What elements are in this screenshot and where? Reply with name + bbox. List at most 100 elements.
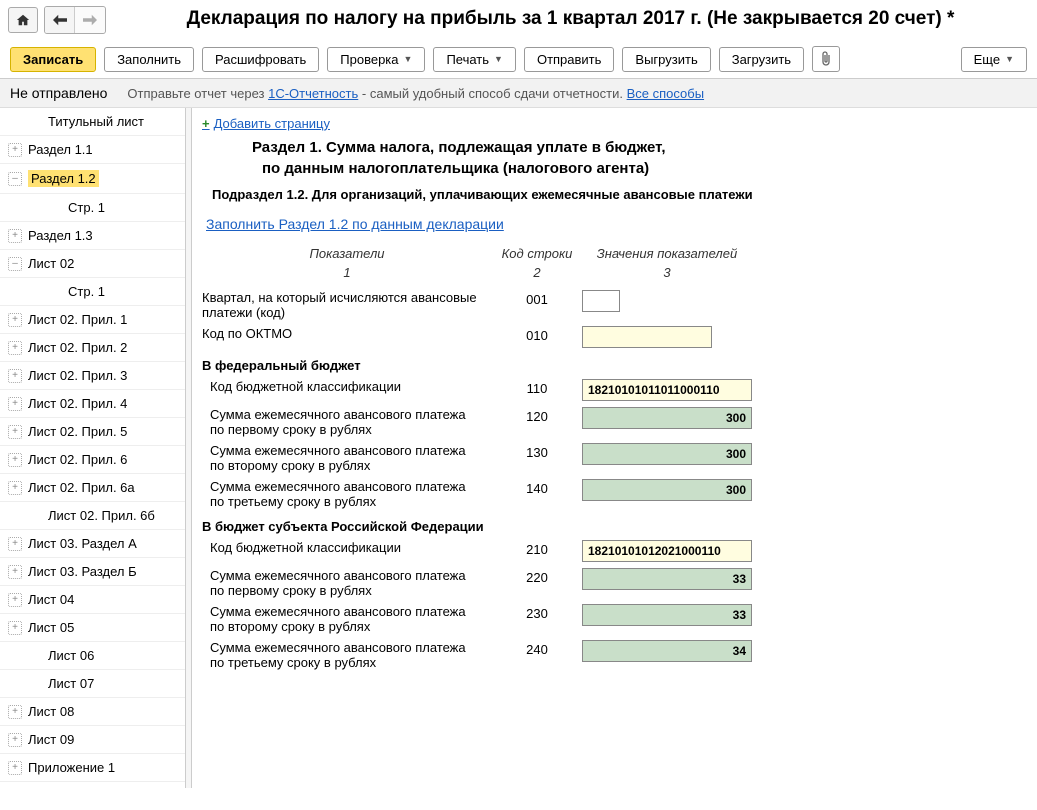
tree-item[interactable]: Титульный лист — [0, 108, 185, 136]
expand-icon[interactable]: + — [8, 621, 22, 635]
chevron-down-icon: ▼ — [1005, 54, 1014, 64]
collapse-icon[interactable]: – — [8, 257, 22, 271]
tree-item[interactable]: + Лист 02. Прил. 6 — [0, 446, 185, 474]
paperclip-icon — [820, 51, 832, 67]
tree-item[interactable]: + Лист 05 — [0, 614, 185, 642]
link-1c-reporting[interactable]: 1С-Отчетность — [268, 86, 358, 101]
back-button[interactable] — [45, 7, 75, 33]
tree-item[interactable]: Стр. 1 — [0, 278, 185, 306]
expand-icon[interactable]: + — [8, 397, 22, 411]
home-button[interactable] — [8, 7, 38, 33]
link-all-methods[interactable]: Все способы — [627, 86, 704, 101]
tree-item[interactable]: –Лист 02 — [0, 250, 185, 278]
tree-item[interactable]: + Лист 03. Раздел Б — [0, 558, 185, 586]
tree-item[interactable]: + Раздел 1.1 — [0, 136, 185, 164]
forward-button — [75, 7, 105, 33]
print-label: Печать — [446, 52, 489, 67]
tree-item[interactable]: + Раздел 1.3 — [0, 222, 185, 250]
tree-item[interactable]: + Лист 09 — [0, 726, 185, 754]
tree-item[interactable]: Лист 07 — [0, 670, 185, 698]
input-110[interactable] — [582, 379, 752, 401]
row-240: Сумма ежемесячного авансового платежа по… — [210, 640, 1025, 670]
tree-item[interactable]: + Лист 08 — [0, 698, 185, 726]
expand-icon[interactable]: + — [8, 481, 22, 495]
save-button[interactable]: Записать — [10, 47, 96, 72]
expand-icon[interactable]: + — [8, 565, 22, 579]
send-button[interactable]: Отправить — [524, 47, 614, 72]
tree-item-label: Лист 02. Прил. 6а — [28, 480, 135, 495]
expand-icon[interactable]: + — [8, 761, 22, 775]
tree-item-label: Раздел 1.3 — [28, 228, 93, 243]
tree-item-label: Лист 03. Раздел А — [28, 536, 137, 551]
tree-item-label: Лист 08 — [28, 704, 74, 719]
print-button[interactable]: Печать▼ — [433, 47, 516, 72]
tree-item[interactable]: + Лист 04 — [0, 586, 185, 614]
export-button[interactable]: Выгрузить — [622, 47, 710, 72]
tree-item[interactable]: Стр. 1 — [0, 194, 185, 222]
expand-icon[interactable]: + — [8, 341, 22, 355]
column-headers: Показатели Код строки Значения показател… — [202, 246, 1025, 261]
input-010[interactable] — [582, 326, 712, 348]
input-230[interactable] — [582, 604, 752, 626]
expand-icon[interactable]: + — [8, 705, 22, 719]
tree-item[interactable]: +Лист 02. Прил. 2 — [0, 334, 185, 362]
tree-item-label: Лист 02. Прил. 6 — [28, 452, 127, 467]
tree-item[interactable]: +Лист 02. Прил. 3 — [0, 362, 185, 390]
column-numbers: 1 2 3 — [202, 265, 1025, 280]
fill-section-link[interactable]: Заполнить Раздел 1.2 по данным деклараци… — [206, 216, 504, 232]
tree-item[interactable]: –Раздел 1.2 — [0, 164, 185, 194]
expand-icon[interactable]: + — [8, 453, 22, 467]
tree-item[interactable]: +Приложение 1 — [0, 754, 185, 782]
tree-item[interactable]: +Лист 02. Прил. 1 — [0, 306, 185, 334]
input-240[interactable] — [582, 640, 752, 662]
input-220[interactable] — [582, 568, 752, 590]
row-001: Квартал, на который исчисляются авансовы… — [202, 290, 1025, 320]
tree-item-label: Лист 09 — [28, 732, 74, 747]
tree-item[interactable]: +Лист 02. Прил. 5 — [0, 418, 185, 446]
tree-item-label: Стр. 1 — [68, 200, 105, 215]
send-status: Не отправлено — [10, 85, 107, 101]
input-130[interactable] — [582, 443, 752, 465]
check-button[interactable]: Проверка▼ — [327, 47, 425, 72]
expand-icon[interactable]: + — [8, 369, 22, 383]
tree-spacer — [28, 649, 42, 663]
plus-icon: + — [202, 116, 210, 131]
expand-icon[interactable]: + — [8, 313, 22, 327]
federal-budget-header: В федеральный бюджет — [202, 358, 1025, 373]
expand-icon[interactable]: + — [8, 733, 22, 747]
expand-icon[interactable]: + — [8, 537, 22, 551]
tree-item[interactable]: +Лист 02. Прил. 4 — [0, 390, 185, 418]
expand-icon[interactable]: + — [8, 229, 22, 243]
tree-item[interactable]: Лист 02. Прил. 6б — [0, 502, 185, 530]
input-140[interactable] — [582, 479, 752, 501]
tree-item[interactable]: + Лист 02. Прил. 6а — [0, 474, 185, 502]
tree-item-label: Лист 06 — [48, 648, 94, 663]
tree-item-label: Лист 02. Прил. 6б — [48, 508, 155, 523]
tree-item[interactable]: Лист 06 — [0, 642, 185, 670]
fill-button[interactable]: Заполнить — [104, 47, 194, 72]
tree-item-label: Лист 07 — [48, 676, 94, 691]
input-120[interactable] — [582, 407, 752, 429]
section-title-1: Раздел 1. Сумма налога, подлежащая уплат… — [252, 139, 1025, 156]
input-001[interactable] — [582, 290, 620, 312]
tree-item-label: Лист 05 — [28, 620, 74, 635]
more-button[interactable]: Еще▼ — [961, 47, 1027, 72]
tree-spacer — [28, 115, 42, 129]
decode-button[interactable]: Расшифровать — [202, 47, 319, 72]
collapse-icon[interactable]: – — [8, 172, 22, 186]
arrow-left-icon — [53, 14, 67, 26]
expand-icon[interactable]: + — [8, 425, 22, 439]
input-210[interactable] — [582, 540, 752, 562]
tree-item-label: Лист 03. Раздел Б — [28, 564, 137, 579]
toolbar: Записать Заполнить Расшифровать Проверка… — [0, 40, 1037, 79]
tree-item-label: Раздел 1.1 — [28, 142, 93, 157]
row-230: Сумма ежемесячного авансового платежа по… — [210, 604, 1025, 634]
import-button[interactable]: Загрузить — [719, 47, 804, 72]
attachment-button[interactable] — [812, 46, 840, 72]
section-tree[interactable]: Титульный лист + Раздел 1.1 –Раздел 1.2 Стр.… — [0, 108, 186, 788]
expand-icon[interactable]: + — [8, 593, 22, 607]
tree-item[interactable]: + Лист 03. Раздел А — [0, 530, 185, 558]
expand-icon[interactable]: + — [8, 143, 22, 157]
tree-item-label: Лист 04 — [28, 592, 74, 607]
add-page-link[interactable]: +Добавить страницу — [202, 116, 1025, 131]
